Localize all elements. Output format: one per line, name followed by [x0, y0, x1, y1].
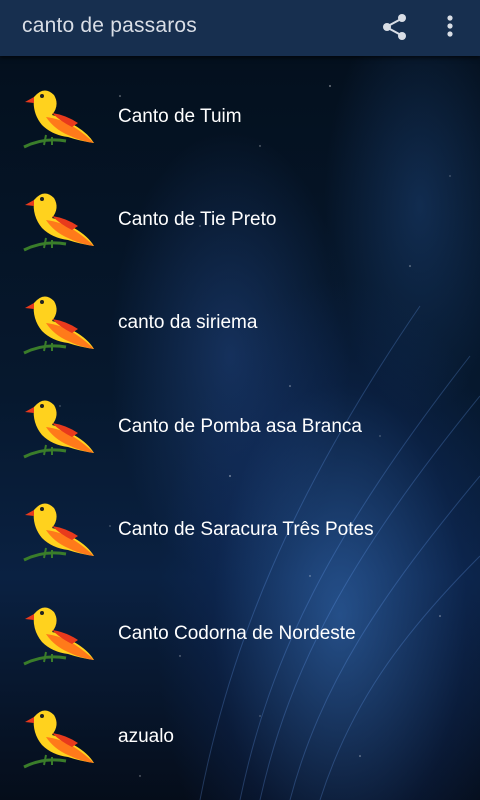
list-item[interactable]: Canto de Saracura Três Potes [0, 481, 480, 584]
bird-icon [22, 393, 96, 465]
list-item-label: Canto de Tie Preto [118, 209, 277, 230]
bird-icon [22, 83, 96, 155]
app-bar: canto de passaros [0, 0, 480, 56]
song-list-screen: Canto de Tuim Canto de Tie Preto canto d… [0, 56, 480, 800]
bird-icon [22, 186, 96, 258]
list-item-label: azualo [118, 726, 174, 747]
list-item-label: Canto Codorna de Nordeste [118, 623, 356, 644]
list-item[interactable]: Canto de Tuim [0, 68, 480, 171]
list-item[interactable]: Canto de Tie Preto [0, 171, 480, 274]
list-item-label: Canto de Saracura Três Potes [118, 519, 374, 540]
list-item-label: Canto de Pomba asa Branca [118, 416, 362, 437]
more-vert-icon[interactable] [438, 12, 462, 42]
app-title: canto de passaros [22, 14, 198, 37]
bird-icon [22, 496, 96, 568]
list-item-label: canto da siriema [118, 312, 258, 333]
share-icon[interactable] [380, 12, 410, 42]
list-item-label: Canto de Tuim [118, 106, 242, 127]
list-item[interactable]: azualo [0, 688, 480, 791]
bird-icon [22, 289, 96, 361]
list-item[interactable]: Canto de Pomba asa Branca [0, 378, 480, 481]
bird-icon [22, 703, 96, 775]
list-item[interactable]: Canto Codorna de Nordeste [0, 585, 480, 688]
bird-icon [22, 600, 96, 672]
list-item[interactable]: canto da siriema [0, 274, 480, 377]
